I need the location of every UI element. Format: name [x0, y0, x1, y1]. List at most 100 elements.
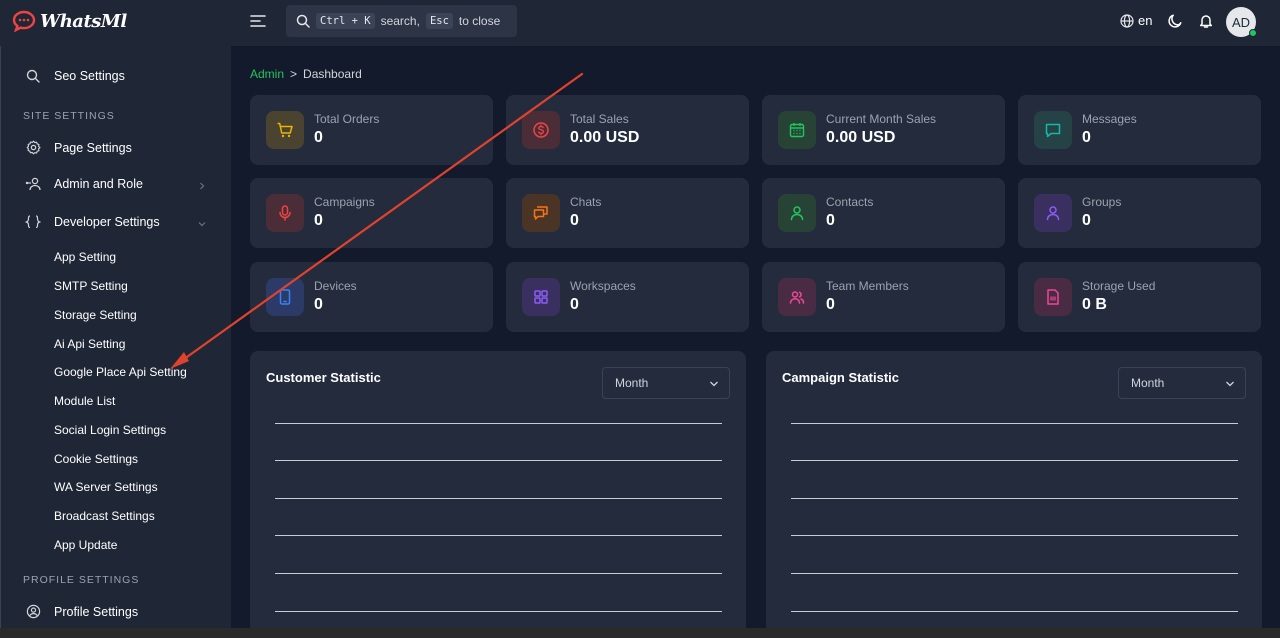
stat-value: 0: [314, 296, 323, 313]
chart-gridline: [791, 498, 1238, 499]
stat-label: Groups: [1082, 195, 1122, 209]
sidebar-subitem-google-place-api-setting[interactable]: Google Place Api Setting: [54, 365, 187, 379]
stat-label: Total Orders: [314, 112, 380, 126]
stat-card-total-orders: Total Orders 0: [250, 95, 493, 165]
chart-gridline: [275, 423, 722, 424]
sidebar: Seo Settings SITE SETTINGS Page Settings…: [0, 46, 231, 638]
file-icon: [1034, 278, 1072, 316]
stat-card-groups: Groups 0: [1018, 178, 1261, 248]
stat-value: 0: [570, 296, 579, 313]
app-logo[interactable]: WhatsMl: [12, 10, 127, 32]
stat-card-team-members: Team Members 0: [762, 262, 1005, 332]
stat-value: 0: [1082, 212, 1091, 229]
sidebar-item-label: Admin and Role: [54, 177, 143, 191]
profile-settings-heading: PROFILE SETTINGS: [23, 574, 140, 586]
calendar-icon: [778, 111, 816, 149]
sidebar-subitem-ai-api-setting[interactable]: Ai Api Setting: [54, 337, 125, 351]
chart-gridline: [275, 498, 722, 499]
stat-card-workspaces: Workspaces 0: [506, 262, 749, 332]
chevron-down-icon: [710, 381, 718, 387]
user-circle-icon: [26, 604, 40, 619]
sidebar-subitem-cookie-settings[interactable]: Cookie Settings: [54, 452, 138, 466]
site-settings-heading: SITE SETTINGS: [23, 110, 115, 122]
stat-card-current-month-sales: Current Month Sales 0.00 USD: [762, 95, 1005, 165]
panel-title: Campaign Statistic: [782, 370, 900, 385]
app-name: WhatsMl: [40, 10, 127, 32]
online-status-dot: [1249, 29, 1257, 37]
customer-statistic-panel: Customer Statistic Month: [250, 351, 746, 638]
globe-icon: [1120, 13, 1134, 28]
panel-title: Customer Statistic: [266, 370, 381, 385]
top-bar: WhatsMl Ctrl + K search, Esc to close en…: [0, 0, 1280, 46]
chat-bubble-logo-icon: [12, 10, 36, 32]
chart-gridline: [275, 460, 722, 461]
sidebar-subitem-broadcast-settings[interactable]: Broadcast Settings: [54, 509, 155, 523]
os-dock-edge: [0, 628, 1280, 638]
sidebar-item-developer-settings[interactable]: Developer Settings: [23, 215, 160, 229]
hamburger-menu-icon[interactable]: [250, 13, 268, 31]
code-braces-icon: [25, 215, 41, 229]
sidebar-item-label: Seo Settings: [54, 69, 125, 83]
breadcrumb-admin-link[interactable]: Admin: [250, 67, 284, 81]
chart-gridline: [791, 611, 1238, 612]
sidebar-subitem-app-setting[interactable]: App Setting: [54, 250, 116, 264]
search-icon: [26, 69, 40, 83]
period-select[interactable]: Month: [1118, 367, 1246, 399]
bell-icon[interactable]: [1198, 13, 1214, 29]
language-label: en: [1138, 13, 1153, 28]
sidebar-item-label: Profile Settings: [54, 604, 139, 619]
shortcut-key-open: Ctrl + K: [316, 13, 375, 29]
gear-icon: [26, 140, 41, 155]
sidebar-item-label: Developer Settings: [54, 215, 160, 229]
breadcrumb-separator: >: [290, 67, 298, 81]
breadcrumb-current: Dashboard: [303, 67, 362, 81]
sidebar-subitem-app-update[interactable]: App Update: [54, 538, 117, 552]
chart-gridline: [791, 535, 1238, 536]
user-avatar[interactable]: AD: [1226, 7, 1257, 37]
period-select-value: Month: [1131, 376, 1165, 390]
stat-value: 0: [1082, 129, 1091, 146]
sidebar-subitem-social-login-settings[interactable]: Social Login Settings: [54, 423, 166, 437]
cart-icon: [266, 111, 304, 149]
period-select-value: Month: [615, 376, 649, 390]
chevron-down-icon: [198, 222, 206, 227]
sidebar-subitem-wa-server-settings[interactable]: WA Server Settings: [54, 480, 158, 494]
sidebar-subitem-smtp-setting[interactable]: SMTP Setting: [54, 279, 128, 293]
moon-icon[interactable]: [1167, 13, 1183, 29]
search-hint-text: search,: [380, 14, 420, 28]
stat-label: Chats: [570, 195, 602, 209]
tablet-icon: [266, 278, 304, 316]
stat-card-campaigns: Campaigns 0: [250, 178, 493, 248]
stat-label: Team Members: [826, 279, 909, 293]
chart-gridline: [275, 611, 722, 612]
stat-card-messages: Messages 0: [1018, 95, 1261, 165]
dollar-icon: [522, 111, 560, 149]
stat-card-total-sales: Total Sales 0.00 USD: [506, 95, 749, 165]
close-hint-text: to close: [458, 14, 501, 28]
stat-label: Total Sales: [570, 112, 629, 126]
stat-card-chats: Chats 0: [506, 178, 749, 248]
chevron-down-icon: [1226, 381, 1234, 387]
stat-card-devices: Devices 0: [250, 262, 493, 332]
chevron-right-icon: [200, 182, 205, 190]
avatar-initials: AD: [1231, 14, 1251, 30]
sidebar-item-profile-settings[interactable]: Profile Settings: [23, 604, 138, 619]
campaign-statistic-panel: Campaign Statistic Month: [766, 351, 1262, 638]
sidebar-item-seo-settings[interactable]: Seo Settings: [23, 69, 125, 83]
sidebar-subitem-storage-setting[interactable]: Storage Setting: [54, 308, 137, 322]
sidebar-item-admin-and-role[interactable]: Admin and Role: [23, 177, 143, 191]
sidebar-item-page-settings[interactable]: Page Settings: [23, 140, 132, 155]
stat-card-storage-used: Storage Used 0 B: [1018, 262, 1261, 332]
user-role-icon: [25, 177, 41, 191]
sidebar-subitem-module-list[interactable]: Module List: [54, 394, 115, 408]
message-icon: [1034, 111, 1072, 149]
stat-label: Campaigns: [314, 195, 375, 209]
chats-icon: [522, 194, 560, 232]
stat-value: 0.00 USD: [570, 129, 640, 146]
stat-label: Current Month Sales: [826, 112, 937, 126]
search-box[interactable]: Ctrl + K search, Esc to close: [286, 5, 517, 37]
stat-label: Contacts: [826, 195, 874, 209]
stat-label: Storage Used: [1082, 279, 1156, 293]
language-switcher[interactable]: en: [1120, 13, 1152, 28]
period-select[interactable]: Month: [602, 367, 730, 399]
